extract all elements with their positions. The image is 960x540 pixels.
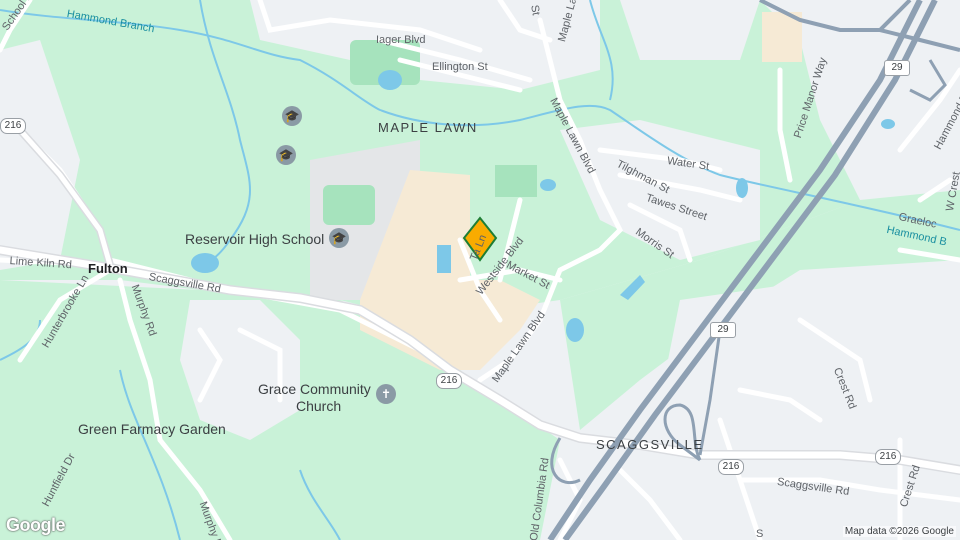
graduation-cap-icon[interactable]: 🎓 [282,106,302,126]
poi-grace-community-church-line1[interactable]: Grace Community [258,381,371,397]
street-label-iager-blvd: Iager Blvd [376,34,426,46]
street-label-ellington-st: Ellington St [432,61,488,73]
residential-top-right [620,0,760,60]
cross-icon[interactable]: ✝ [376,384,396,404]
map-canvas[interactable]: MAPLE LAWN Fulton SCAGGSVILLE Hammond Br… [0,0,960,540]
graduation-cap-icon[interactable]: 🎓 [276,145,296,165]
street-label-s-edge: S [756,528,764,540]
graduation-cap-icon[interactable]: 🎓 [329,228,349,248]
route-shield-md216: 216 [718,459,744,475]
area-label-scaggsville: SCAGGSVILLE [596,437,704,452]
route-shield-md216: 216 [436,373,462,389]
pond-5 [540,179,556,191]
area-label-fulton: Fulton [88,261,128,276]
route-shield-us29: 29 [710,322,736,338]
poi-grace-community-church-line2[interactable]: Church [296,398,341,414]
pond-2 [437,245,451,273]
sports-field-2 [495,165,537,197]
pond-8 [881,119,895,129]
pond-1 [378,70,402,90]
poi-green-farmacy-garden[interactable]: Green Farmacy Garden [78,421,226,437]
google-logo[interactable]: Google [6,515,66,536]
area-label-maple-lawn: MAPLE LAWN [378,120,478,135]
sports-field-1 [323,185,375,225]
poi-reservoir-high-school[interactable]: Reservoir High School [185,231,324,247]
pond-4 [566,318,584,342]
route-shield-md216: 216 [875,449,901,465]
route-shield-md216: 216 [0,118,26,134]
route-shield-us29: 29 [884,60,910,76]
street-label-st-top: St [528,4,542,17]
map-attribution[interactable]: Map data ©2026 Google [842,526,956,537]
